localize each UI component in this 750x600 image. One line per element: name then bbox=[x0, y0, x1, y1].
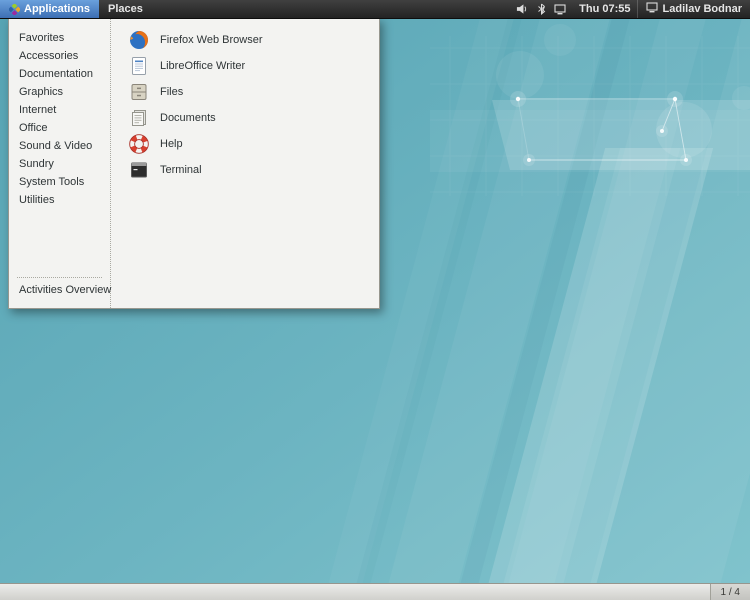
app-item-firefox[interactable]: Firefox Web Browser bbox=[125, 27, 379, 53]
app-item-documents[interactable]: Documents bbox=[125, 105, 379, 131]
system-tray bbox=[509, 0, 573, 18]
user-menu[interactable]: Ladilav Bodnar bbox=[637, 0, 750, 18]
workspace-label: 1 / 4 bbox=[721, 587, 740, 598]
category-accessories[interactable]: Accessories bbox=[9, 47, 110, 65]
workspace-indicator[interactable]: 1 / 4 bbox=[710, 584, 750, 600]
places-label: Places bbox=[108, 3, 143, 15]
app-item-writer[interactable]: LibreOffice Writer bbox=[125, 53, 379, 79]
category-sundry[interactable]: Sundry bbox=[9, 155, 110, 173]
category-sound-video[interactable]: Sound & Video bbox=[9, 137, 110, 155]
applications-label: Applications bbox=[24, 3, 90, 15]
user-icon bbox=[646, 2, 658, 16]
app-item-label: Terminal bbox=[160, 164, 202, 176]
app-item-label: Files bbox=[160, 86, 183, 98]
top-panel: Applications Places Thu 07:55 bbox=[0, 0, 750, 19]
app-item-label: Firefox Web Browser bbox=[160, 34, 263, 46]
display-icon[interactable] bbox=[554, 4, 566, 15]
app-item-terminal[interactable]: Terminal bbox=[125, 157, 379, 183]
bluetooth-icon[interactable] bbox=[537, 3, 546, 15]
app-item-files[interactable]: Files bbox=[125, 79, 379, 105]
bottom-panel: 1 / 4 bbox=[0, 583, 750, 600]
category-graphics[interactable]: Graphics bbox=[9, 83, 110, 101]
category-utilities[interactable]: Utilities bbox=[9, 191, 110, 209]
files-icon bbox=[129, 82, 149, 102]
activities-overview[interactable]: Activities Overview bbox=[9, 281, 110, 302]
documents-icon bbox=[129, 108, 149, 128]
app-item-list: Firefox Web Browser LibreOffice Writer bbox=[111, 19, 379, 308]
app-item-label: Documents bbox=[160, 112, 216, 124]
terminal-icon bbox=[129, 160, 149, 180]
category-list: Favorites Accessories Documentation Grap… bbox=[9, 19, 111, 308]
category-internet[interactable]: Internet bbox=[9, 101, 110, 119]
clock-menu[interactable]: Thu 07:55 bbox=[573, 0, 636, 18]
clock-label: Thu 07:55 bbox=[579, 3, 630, 15]
category-documentation[interactable]: Documentation bbox=[9, 65, 110, 83]
category-favorites[interactable]: Favorites bbox=[9, 29, 110, 47]
app-item-help[interactable]: Help bbox=[125, 131, 379, 157]
writer-icon bbox=[129, 56, 149, 76]
category-system-tools[interactable]: System Tools bbox=[9, 173, 110, 191]
help-icon bbox=[129, 134, 149, 154]
app-item-label: LibreOffice Writer bbox=[160, 60, 245, 72]
applications-menu[interactable]: Applications bbox=[0, 0, 99, 18]
applications-icon bbox=[9, 4, 20, 15]
app-item-label: Help bbox=[160, 138, 183, 150]
category-separator bbox=[17, 277, 102, 278]
user-name: Ladilav Bodnar bbox=[663, 3, 742, 15]
volume-icon[interactable] bbox=[516, 3, 529, 15]
applications-dropdown: Favorites Accessories Documentation Grap… bbox=[8, 18, 380, 309]
firefox-icon bbox=[129, 30, 149, 50]
places-menu[interactable]: Places bbox=[99, 0, 152, 18]
category-office[interactable]: Office bbox=[9, 119, 110, 137]
